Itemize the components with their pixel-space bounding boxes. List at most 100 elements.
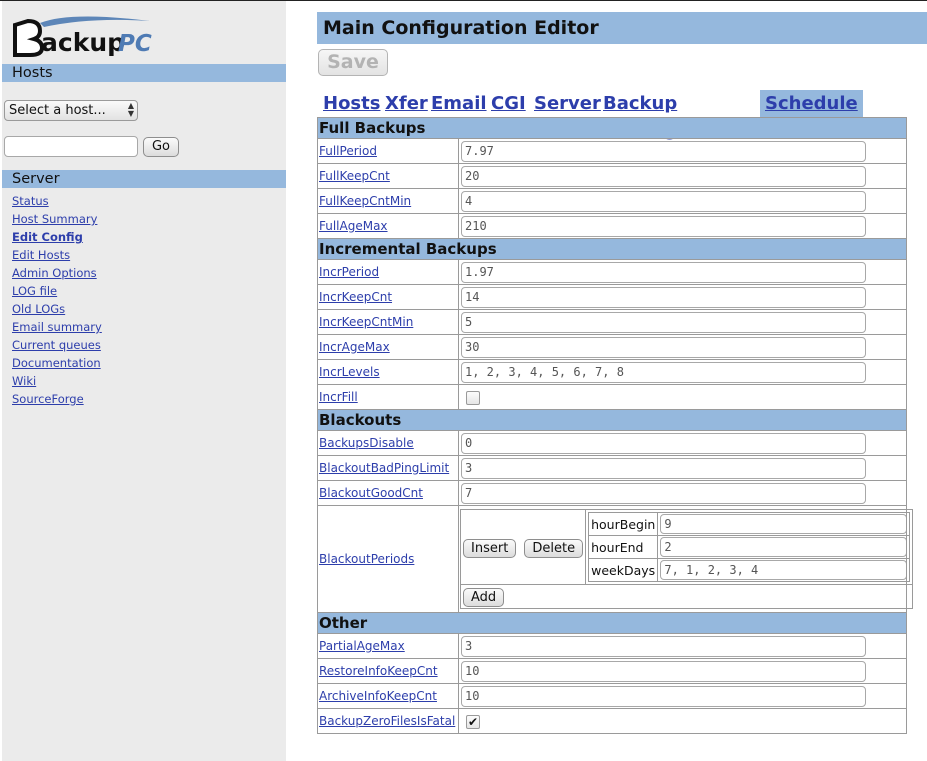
- hour-end-label: hourEnd: [588, 535, 659, 559]
- config-value-input[interactable]: 4: [461, 190, 866, 212]
- hour-end-input[interactable]: 2: [660, 537, 908, 557]
- hosts-heading: Hosts: [2, 64, 286, 82]
- config-row: BackupsDisable 0: [317, 430, 908, 456]
- nav-email-summary[interactable]: Email summary: [12, 318, 102, 336]
- config-key-link[interactable]: IncrAgeMax: [317, 334, 459, 360]
- host-select-value: Select a host...: [9, 103, 106, 118]
- svg-text:ackup: ackup: [41, 28, 125, 57]
- nav-host-summary[interactable]: Host Summary: [12, 210, 102, 228]
- add-button[interactable]: Add: [463, 588, 505, 607]
- tab-hosts[interactable]: Hosts: [318, 90, 385, 117]
- nav-admin-options[interactable]: Admin Options: [12, 264, 102, 282]
- section-heading-other: Other: [316, 612, 908, 634]
- config-value-input[interactable]: 10: [461, 660, 866, 682]
- config-row: IncrAgeMax 30: [317, 334, 908, 360]
- nav-edit-config[interactable]: Edit Config: [12, 228, 102, 246]
- section-heading-incremental: Incremental Backups: [316, 238, 908, 260]
- incr-fill-checkbox[interactable]: [466, 391, 480, 405]
- config-row: IncrFill: [317, 384, 908, 410]
- config-row: FullAgeMax 210: [317, 213, 908, 239]
- nav-wiki[interactable]: Wiki: [12, 372, 102, 390]
- config-key-link[interactable]: IncrKeepCnt: [317, 284, 459, 310]
- config-value-input[interactable]: 10: [461, 685, 866, 707]
- config-value-input[interactable]: 1, 2, 3, 4, 5, 6, 7, 8: [461, 361, 866, 383]
- schedule-config-table: Full Backups FullPeriod 7.97 FullKeepCnt…: [316, 117, 914, 734]
- tab-schedule[interactable]: Schedule: [760, 90, 863, 117]
- config-key-link[interactable]: BlackoutPeriods: [317, 505, 459, 613]
- config-key-link[interactable]: PartialAgeMax: [317, 633, 459, 659]
- config-row: FullKeepCnt 20: [317, 163, 908, 189]
- config-row: IncrKeepCnt 14: [317, 284, 908, 310]
- config-key-link[interactable]: ArchiveInfoKeepCnt: [317, 683, 459, 709]
- week-days-input[interactable]: 7, 1, 2, 3, 4: [660, 560, 908, 580]
- config-row: IncrPeriod 1.97: [317, 259, 908, 285]
- section-heading-full: Full Backups: [316, 117, 908, 139]
- config-value-input[interactable]: 3: [461, 635, 866, 657]
- tab-email[interactable]: Email: [426, 90, 492, 117]
- blackout-periods-editor: Insert Delete hourBegin 9 hourEnd 2 week…: [459, 509, 914, 609]
- backuppc-logo[interactable]: ackup PC: [10, 11, 160, 57]
- host-search-input[interactable]: [4, 136, 138, 157]
- nav-edit-hosts[interactable]: Edit Hosts: [12, 246, 102, 264]
- svg-text:PC: PC: [118, 31, 152, 57]
- config-row: FullPeriod 7.97: [317, 138, 908, 164]
- config-row: IncrKeepCntMin 5: [317, 309, 908, 335]
- nav-status[interactable]: Status: [12, 192, 102, 210]
- host-select[interactable]: Select a host... ▲ ▼: [4, 100, 138, 121]
- backup-zero-files-fatal-checkbox[interactable]: ✔: [466, 715, 480, 729]
- config-key-link[interactable]: IncrFill: [317, 384, 459, 410]
- config-key-link[interactable]: FullAgeMax: [317, 213, 459, 239]
- config-key-link[interactable]: BackupZeroFilesIsFatal: [317, 708, 459, 734]
- nav-sourceforge[interactable]: SourceForge: [12, 390, 102, 408]
- config-value-input[interactable]: 7: [461, 482, 866, 504]
- insert-button[interactable]: Insert: [463, 538, 517, 558]
- config-value-input[interactable]: 210: [461, 215, 866, 237]
- config-value-input[interactable]: 1.97: [461, 261, 866, 283]
- config-key-link[interactable]: IncrPeriod: [317, 259, 459, 285]
- page-title: Main Configuration Editor: [317, 12, 927, 44]
- config-value-input[interactable]: 20: [461, 165, 866, 187]
- config-value-input[interactable]: 30: [461, 336, 866, 358]
- config-value-input[interactable]: 3: [461, 457, 866, 479]
- server-heading: Server: [2, 170, 286, 188]
- config-row: RestoreInfoKeepCnt 10: [317, 658, 908, 684]
- hour-begin-label: hourBegin: [588, 512, 659, 536]
- week-days-label: weekDays: [588, 558, 659, 582]
- config-key-link[interactable]: IncrKeepCntMin: [317, 309, 459, 335]
- config-key-link[interactable]: IncrLevels: [317, 359, 459, 385]
- config-key-link[interactable]: RestoreInfoKeepCnt: [317, 658, 459, 684]
- delete-button[interactable]: Delete: [524, 538, 584, 558]
- config-key-link[interactable]: BlackoutGoodCnt: [317, 480, 459, 506]
- tab-cgi[interactable]: CGI: [486, 90, 531, 117]
- config-key-link[interactable]: BlackoutBadPingLimit: [317, 455, 459, 481]
- config-key-link[interactable]: FullPeriod: [317, 138, 459, 164]
- select-arrows-icon: ▲ ▼: [127, 101, 134, 118]
- tab-xfer[interactable]: Xfer: [380, 90, 433, 117]
- nav-old-logs[interactable]: Old LOGs: [12, 300, 102, 318]
- config-row: BackupZeroFilesIsFatal ✔: [317, 708, 908, 734]
- config-key-link[interactable]: FullKeepCnt: [317, 163, 459, 189]
- save-button[interactable]: Save: [318, 49, 388, 76]
- nav-current-queues[interactable]: Current queues: [12, 336, 102, 354]
- hour-begin-input[interactable]: 9: [660, 514, 908, 534]
- server-nav: Status Host Summary Edit Config Edit Hos…: [12, 192, 102, 408]
- config-row: BlackoutGoodCnt 7: [317, 480, 908, 506]
- nav-documentation[interactable]: Documentation: [12, 354, 102, 372]
- tab-server[interactable]: Server: [529, 90, 606, 117]
- sidebar: ackup PC Hosts Select a host... ▲ ▼ Go Se…: [2, 1, 286, 761]
- config-value-input[interactable]: 0: [461, 432, 866, 454]
- nav-log-file[interactable]: LOG file: [12, 282, 102, 300]
- config-key-link[interactable]: FullKeepCntMin: [317, 188, 459, 214]
- blackout-period-fields: hourBegin 9 hourEnd 2 weekDays 7, 1, 2, …: [588, 512, 911, 582]
- config-row: PartialAgeMax 3: [317, 633, 908, 659]
- config-value-input[interactable]: 5: [461, 311, 866, 333]
- config-value-input[interactable]: 14: [461, 286, 866, 308]
- config-row: ArchiveInfoKeepCnt 10: [317, 683, 908, 709]
- config-row: BlackoutBadPingLimit 3: [317, 455, 908, 481]
- go-button[interactable]: Go: [143, 137, 179, 157]
- config-row-blackout-periods: BlackoutPeriods Insert Delete hourBegin …: [317, 505, 914, 613]
- config-key-link[interactable]: BackupsDisable: [317, 430, 459, 456]
- config-row: IncrLevels 1, 2, 3, 4, 5, 6, 7, 8: [317, 359, 908, 385]
- tab-backup-settings[interactable]: Backup Settings: [598, 90, 693, 141]
- config-value-input[interactable]: 7.97: [461, 140, 866, 162]
